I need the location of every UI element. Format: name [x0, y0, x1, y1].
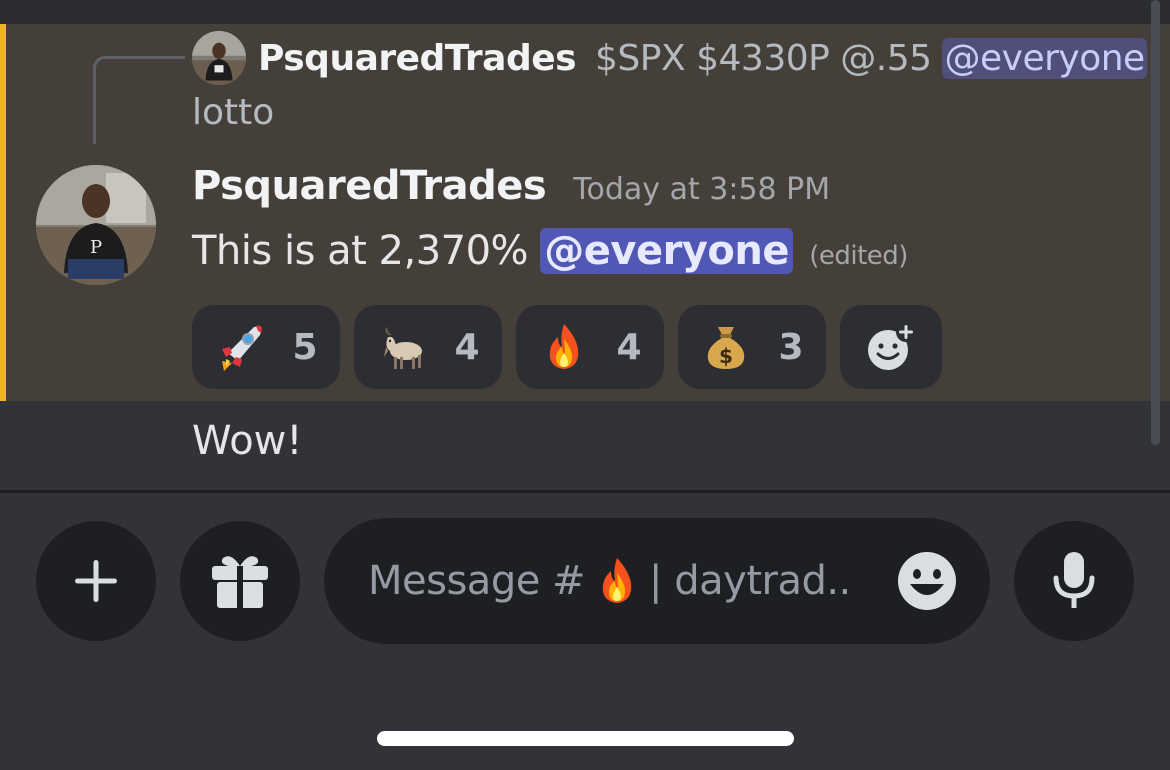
- message-composer: Message # | daytrad..: [0, 493, 1170, 770]
- message-input-placeholder: Message # | daytrad..: [368, 518, 851, 644]
- message-author-name[interactable]: PsquaredTrades: [192, 163, 547, 209]
- add-reaction-icon: [868, 322, 916, 370]
- reply-author-avatar[interactable]: [192, 31, 246, 85]
- reply-text-continued: lotto: [192, 92, 275, 133]
- discord-chat-screen: PsquaredTrades $SPX $4330P @.55 @everyon…: [0, 0, 1170, 770]
- gift-icon: [212, 556, 268, 608]
- next-message-text: Wow!: [192, 418, 303, 464]
- reaction-fire[interactable]: 4: [516, 305, 664, 389]
- message-timestamp: Today at 3:58 PM: [573, 172, 831, 207]
- message-content: This is at 2,370% @everyone (edited): [192, 224, 908, 283]
- everyone-mention[interactable]: @everyone: [540, 228, 793, 274]
- rocket-emoji-icon: [222, 325, 263, 371]
- money-bag-emoji-icon: $: [708, 327, 745, 369]
- svg-text:$: $: [720, 344, 734, 368]
- reaction-count-rocket: 5: [292, 326, 318, 368]
- message-author-avatar[interactable]: P: [36, 165, 156, 285]
- reply-preview[interactable]: PsquaredTrades $SPX $4330P @.55 @everyon…: [258, 34, 1158, 84]
- emoji-icon: [898, 552, 956, 610]
- edited-label: (edited): [809, 241, 908, 271]
- reply-everyone-mention[interactable]: @everyone: [942, 38, 1147, 79]
- gift-button[interactable]: [180, 521, 300, 641]
- previous-message-area: [0, 0, 1170, 24]
- microphone-icon: [1053, 552, 1095, 608]
- message-input[interactable]: Message # | daytrad..: [324, 518, 990, 644]
- reply-text: $SPX $4330P @.55: [595, 38, 932, 79]
- reaction-count-money-bag: 3: [778, 326, 804, 368]
- emoji-picker-button[interactable]: [896, 550, 958, 612]
- svg-text:P: P: [90, 237, 102, 258]
- message-text: This is at 2,370%: [192, 228, 529, 274]
- reaction-rocket[interactable]: 5: [192, 305, 340, 389]
- reaction-count-goat: 4: [454, 326, 480, 368]
- chat-scrollbar[interactable]: [1151, 0, 1160, 445]
- reaction-money-bag[interactable]: $ 3: [678, 305, 826, 389]
- placeholder-suffix: | daytrad..: [649, 558, 851, 604]
- placeholder-prefix: Message #: [368, 558, 586, 604]
- message-header: PsquaredTrades Today at 3:58 PM: [192, 163, 830, 209]
- attach-button[interactable]: [36, 521, 156, 641]
- voice-message-button[interactable]: [1014, 521, 1134, 641]
- goat-emoji-icon: [384, 327, 423, 369]
- mention-highlight-bar: [0, 24, 6, 401]
- plus-icon: [75, 560, 117, 602]
- add-reaction-button[interactable]: [840, 305, 942, 389]
- reply-author-name[interactable]: PsquaredTrades: [258, 38, 577, 79]
- reaction-goat[interactable]: 4: [354, 305, 502, 389]
- reply-connector-line: [93, 56, 185, 144]
- reaction-bar: 5 4 4 $ 3: [192, 305, 942, 389]
- reaction-count-fire: 4: [616, 326, 642, 368]
- fire-emoji-icon: [550, 324, 579, 369]
- home-indicator[interactable]: [377, 731, 794, 746]
- channel-fire-emoji-icon: [602, 558, 632, 603]
